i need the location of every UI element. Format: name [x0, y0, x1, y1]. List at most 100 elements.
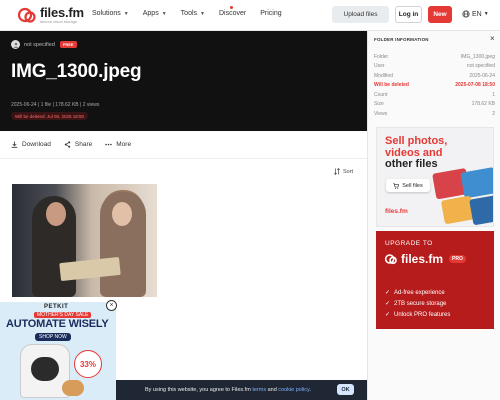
share-icon — [64, 141, 71, 148]
login-button[interactable]: Log in — [395, 6, 422, 23]
sort-label: Sort — [343, 168, 354, 175]
nav-solutions-label: Solutions — [92, 10, 121, 17]
share-label: Share — [74, 141, 93, 148]
sell-files-button[interactable]: Sell files — [386, 179, 430, 192]
file-thumbnail[interactable] — [12, 184, 157, 297]
folder-info-header: FOLDER INFORMATION — [374, 37, 429, 42]
photo-face-left — [46, 202, 66, 226]
sell-ad-line2: videos and — [385, 146, 443, 159]
sell-ad-brand: files.fm — [385, 208, 408, 215]
globe-icon — [462, 10, 470, 18]
info-row-user: User not specified — [374, 62, 495, 72]
info-label: Size — [374, 101, 384, 108]
petkit-promo-ad[interactable]: PETKIT MOTHER'S DAY SALE AUTOMATE WISELY… — [0, 302, 116, 400]
info-value: not specified — [466, 63, 495, 70]
owner-info: not specified FREE — [11, 40, 77, 49]
pro-logo: files.fm PRO — [384, 252, 466, 266]
download-button[interactable]: Download — [11, 141, 51, 148]
cookie-policy-link[interactable]: cookie policy — [278, 387, 309, 393]
nav-pricing[interactable]: Pricing — [260, 10, 281, 17]
sell-ad-headline: Sell photos, videos and other files — [385, 135, 448, 171]
close-ad-icon[interactable]: × — [106, 300, 117, 311]
close-icon[interactable]: × — [490, 34, 495, 43]
cart-icon — [393, 182, 400, 189]
nav-tools-label: Tools — [180, 10, 198, 17]
chevron-down-icon: ▼ — [123, 10, 129, 17]
discount-badge: 33% — [74, 350, 102, 378]
upgrade-pro-ad[interactable]: UPGRADE TO files.fm PRO ✓ Ad-free experie… — [376, 231, 494, 329]
top-navigation-bar: files.fm secure cloud storage Solutions ▼… — [0, 0, 500, 31]
check-icon: ✓ — [385, 290, 391, 296]
info-row-count: Count 1 — [374, 90, 495, 100]
cookie-text-and: and — [266, 387, 279, 393]
cloud-logo-icon — [17, 7, 36, 23]
cookie-banner: By using this website, you agree to File… — [116, 380, 367, 400]
folder-info-table: Folder IMG_1300.jpeg User not specified Mo… — [374, 52, 495, 119]
main-menu: Solutions ▼ Apps ▼ Tools ▼ Discover Pricing — [92, 10, 296, 17]
info-label: Modified — [374, 72, 393, 79]
user-icon — [13, 42, 18, 48]
sell-ad-line3: other files — [385, 158, 438, 171]
info-label: Folder — [374, 53, 389, 60]
nav-discover[interactable]: Discover — [219, 10, 246, 17]
info-value: 1 — [492, 91, 495, 98]
info-label: Count — [374, 91, 388, 98]
pro-feature-label: Ad-free experience — [394, 289, 445, 296]
sell-files-label: Sell files — [402, 182, 423, 189]
info-value: 2025-07-08 18:50 — [455, 82, 495, 89]
share-button[interactable]: Share — [64, 141, 92, 148]
nav-discover-label: Discover — [218, 10, 247, 17]
upgrade-to-label: UPGRADE TO — [385, 240, 433, 247]
nav-pricing-label: Pricing — [260, 10, 282, 17]
sell-ad-photos-illustration — [430, 163, 493, 226]
terms-link[interactable]: terms — [252, 387, 266, 393]
photo-face-right — [112, 202, 132, 226]
pro-badge: PRO — [449, 255, 466, 263]
info-row-size: Size 178.62 KB — [374, 100, 495, 110]
info-row-modified: Modified 2025-06-24 — [374, 71, 495, 81]
download-icon — [11, 141, 18, 148]
more-button[interactable]: More — [105, 141, 131, 148]
info-value: 2025-06-24 — [469, 72, 495, 79]
new-button[interactable]: New — [428, 6, 452, 23]
chevron-down-icon: ▼ — [161, 10, 167, 17]
nav-solutions[interactable]: Solutions ▼ — [92, 10, 129, 17]
avatar — [11, 40, 20, 49]
language-selector[interactable]: EN ▼ — [462, 10, 489, 18]
cookie-text-before: By using this website, you agree to File… — [145, 387, 253, 393]
file-meta: 2025-06-24 | 1 file | 178.62 KB | 2 view… — [11, 102, 100, 108]
sort-icon — [334, 168, 340, 175]
brand-tagline: secure cloud storage — [40, 19, 78, 24]
cloud-logo-icon — [384, 254, 397, 265]
pro-feature-item: ✓ Unlock PRO features — [385, 309, 450, 320]
folder-info-sidebar: FOLDER INFORMATION × Folder IMG_1300.jpeg… — [367, 31, 500, 400]
info-value: 2 — [492, 110, 495, 117]
cookie-ok-button[interactable]: OK — [337, 384, 354, 395]
file-header: not specified FREE IMG_1300.jpeg 2025-06… — [0, 31, 367, 131]
nav-tools[interactable]: Tools ▼ — [181, 10, 205, 17]
sort-button[interactable]: Sort — [334, 168, 353, 175]
chevron-down-icon: ▼ — [200, 10, 205, 17]
cat-image — [62, 380, 84, 396]
nav-apps[interactable]: Apps ▼ — [143, 10, 167, 17]
file-title: IMG_1300.jpeg — [11, 61, 142, 82]
sell-files-ad[interactable]: Sell photos, videos and other files Sell… — [376, 127, 494, 227]
check-icon: ✓ — [385, 312, 391, 318]
upload-files-button[interactable]: Upload files — [332, 6, 389, 23]
sell-ad-line1: Sell photos, — [385, 135, 448, 147]
pro-feature-item: ✓ 2TB secure storage — [385, 298, 450, 309]
cookie-text: By using this website, you agree to File… — [145, 387, 311, 393]
nav-apps-label: Apps — [142, 10, 159, 17]
file-actions-bar: Download Share More — [0, 131, 367, 159]
brand-name: files.fm — [40, 5, 84, 20]
files-fm-logo[interactable]: files.fm secure cloud storage — [17, 6, 84, 24]
shop-now-button[interactable]: SHOP NOW — [35, 333, 71, 341]
info-value: IMG_1300.jpeg — [460, 53, 495, 60]
pro-feature-list: ✓ Ad-free experience ✓ 2TB secure storage … — [385, 287, 450, 320]
pro-feature-label: Unlock PRO features — [394, 311, 451, 318]
chevron-down-icon: ▼ — [483, 11, 489, 17]
info-value: 178.62 KB — [471, 101, 495, 108]
more-dots-icon — [105, 143, 113, 146]
notification-dot — [230, 6, 233, 9]
info-row-folder: Folder IMG_1300.jpeg — [374, 52, 495, 62]
